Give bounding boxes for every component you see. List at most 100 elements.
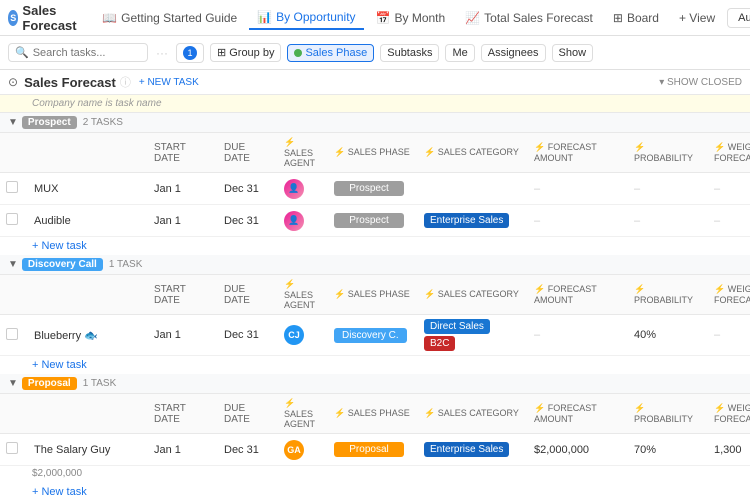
task-weighted: – [708, 325, 750, 345]
proposal-col-headers: START DATE DUE DATE ⚡ SALES AGENT ⚡ SALE… [0, 394, 750, 434]
me-button[interactable]: Me [445, 44, 474, 62]
task-weighted: – [708, 179, 750, 199]
assignees-button[interactable]: Assignees [481, 44, 546, 62]
table-row: Blueberry 🐟 Jan 1 Dec 31 CJ Discovery C.… [0, 315, 750, 356]
filter-badge: 1 [183, 46, 197, 60]
cat-badge: Direct Sales [424, 319, 490, 334]
subtasks-label: Subtasks [387, 47, 432, 59]
section-prospect: ▼ Prospect 2 TASKS START DATE DUE DATE ⚡… [0, 113, 750, 255]
assignees-label: Assignees [488, 47, 539, 59]
task-category [418, 185, 528, 193]
show-closed-button[interactable]: ▾ SHOW CLOSED [659, 77, 742, 88]
app-title: Sales Forecast [22, 3, 82, 33]
add-task-prospect[interactable]: + New task [0, 237, 750, 255]
sales-phase-filter[interactable]: Sales Phase [287, 44, 374, 62]
calendar-icon: 📅 [376, 11, 391, 25]
phase-indicator [294, 49, 302, 57]
task-name: The Salary Guy [34, 444, 110, 456]
hint-text: Company name is task name [32, 98, 162, 109]
tab-label: By Opportunity [276, 10, 355, 24]
automate-button[interactable]: Automate [727, 8, 750, 28]
tab-getting-started[interactable]: 📖 Getting Started Guide [94, 7, 245, 29]
cat-badge: Enterprise Sales [424, 442, 509, 457]
collapse-all-icon[interactable]: ⊙ [8, 75, 18, 89]
task-start: Jan 1 [148, 325, 218, 345]
tab-label: By Month [395, 11, 446, 25]
task-weighted: 1,300 [708, 440, 750, 460]
task-forecast: $2,000,000 [528, 440, 628, 460]
task-checkbox[interactable] [6, 442, 18, 454]
company-hint: Company name is task name [0, 95, 750, 113]
tab-label: Board [627, 11, 659, 25]
discovery-col-headers: START DATE DUE DATE ⚡ SALES AGENT ⚡ SALE… [0, 275, 750, 315]
phase-filter-label: Sales Phase [305, 47, 367, 59]
tab-by-month[interactable]: 📅 By Month [368, 7, 454, 29]
search-box[interactable]: 🔍 [8, 43, 148, 62]
phase-badge: Prospect [334, 181, 404, 196]
group-by-button[interactable]: ⊞ Group by [210, 43, 281, 62]
discovery-badge: Discovery Call [22, 258, 103, 271]
discovery-count: 1 TASK [109, 259, 143, 270]
prospect-count: 2 TASKS [83, 117, 123, 128]
filter-count-button[interactable]: 1 [176, 43, 204, 63]
proposal-badge: Proposal [22, 377, 77, 390]
task-forecast: – [528, 325, 628, 345]
add-task-proposal[interactable]: + New task [0, 483, 750, 500]
phase-badge: Discovery C. [334, 328, 407, 343]
new-task-button[interactable]: + NEW TASK [139, 77, 199, 88]
task-start: Jan 1 [148, 440, 218, 460]
search-icon: 🔍 [15, 46, 29, 59]
task-checkbox[interactable] [6, 213, 18, 225]
prospect-badge: Prospect [22, 116, 77, 129]
tab-by-opportunity[interactable]: 📊 By Opportunity [249, 6, 363, 30]
task-name: Audible [34, 215, 71, 227]
show-label: Show [559, 47, 587, 59]
search-input[interactable] [33, 47, 133, 59]
col-category: ⚡ SALES CATEGORY [418, 143, 528, 162]
tab-board[interactable]: ⊞ Board [605, 7, 667, 29]
task-category: Enterprise Sales [424, 442, 522, 457]
logo-icon: S [8, 10, 18, 26]
tab-add-view[interactable]: + View [671, 7, 723, 29]
task-due: Dec 31 [218, 211, 278, 231]
page-title: Sales Forecast [24, 75, 116, 90]
table-row: Audible Jan 1 Dec 31 👤 Prospect Enterpri… [0, 205, 750, 237]
subtasks-button[interactable]: Subtasks [380, 44, 439, 62]
col-due: DUE DATE [218, 138, 278, 168]
col-name [28, 149, 148, 157]
board-icon: ⊞ [613, 11, 623, 25]
task-start: Jan 1 [148, 179, 218, 199]
task-forecast: – [528, 179, 628, 199]
avatar: GA [284, 440, 304, 460]
phase-badge: Prospect [334, 213, 404, 228]
avatar: 👤 [284, 179, 304, 199]
me-label: Me [452, 47, 467, 59]
section-discovery: ▼ Discovery Call 1 TASK START DATE DUE D… [0, 255, 750, 374]
prospect-header: ▼ Prospect 2 TASKS [0, 113, 750, 133]
col-weighted: ⚡ WEIGHTED FORECAST [708, 138, 750, 167]
task-prob: 70% [628, 440, 708, 460]
col-phase: ⚡ SALES PHASE [328, 143, 418, 162]
table-row: The Salary Guy Jan 1 Dec 31 GA Proposal … [0, 434, 750, 466]
discovery-collapse[interactable]: ▼ [8, 259, 18, 270]
task-name: MUX [34, 183, 58, 195]
main-content: ⊙ Sales Forecast ⓘ + NEW TASK ▾ SHOW CLO… [0, 70, 750, 500]
tab-label: Getting Started Guide [121, 11, 237, 25]
task-checkbox[interactable] [6, 181, 18, 193]
app-logo: S Sales Forecast [8, 3, 82, 33]
proposal-header: ▼ Proposal 1 TASK [0, 374, 750, 394]
info-icon: ⓘ [120, 74, 131, 90]
tab-total-forecast[interactable]: 📈 Total Sales Forecast [457, 7, 601, 29]
proposal-subtotal: $2,000,000 [0, 466, 750, 483]
discovery-header: ▼ Discovery Call 1 TASK [0, 255, 750, 275]
task-checkbox[interactable] [6, 328, 18, 340]
proposal-collapse[interactable]: ▼ [8, 378, 18, 389]
add-task-discovery[interactable]: + New task [0, 356, 750, 374]
page-header-row: ⊙ Sales Forecast ⓘ + NEW TASK ▾ SHOW CLO… [0, 70, 750, 95]
avatar: 👤 [284, 211, 304, 231]
show-button[interactable]: Show [552, 44, 594, 62]
section-proposal: ▼ Proposal 1 TASK START DATE DUE DATE ⚡ … [0, 374, 750, 500]
top-nav: S Sales Forecast 📖 Getting Started Guide… [0, 0, 750, 36]
prospect-collapse[interactable]: ▼ [8, 117, 18, 128]
cat-badge: B2C [424, 336, 455, 351]
